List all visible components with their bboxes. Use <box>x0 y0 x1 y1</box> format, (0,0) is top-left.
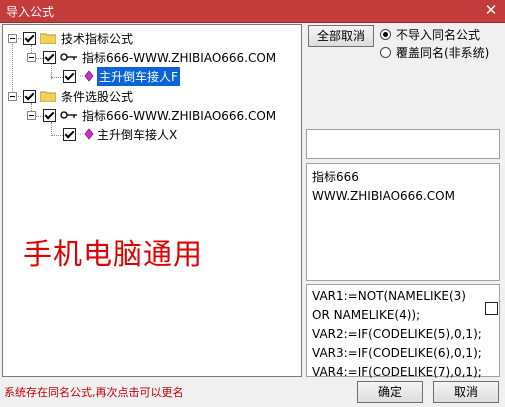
radio-indicator[interactable] <box>380 47 391 58</box>
tree-leaf-f[interactable]: 主升倒车接人F <box>63 66 180 86</box>
folder-icon <box>40 91 56 102</box>
cancel-button[interactable]: 取消 <box>433 381 499 403</box>
collapse-toggle[interactable] <box>8 34 17 43</box>
radio-indicator[interactable] <box>380 29 391 40</box>
group-checkbox[interactable] <box>23 89 36 103</box>
tree-connector <box>51 135 63 136</box>
title-bar: 导入公式 ✕ <box>0 0 505 23</box>
tree-group-indicator[interactable]: 技术指标公式 <box>23 29 133 47</box>
leaf-checkbox[interactable] <box>63 127 76 141</box>
collapse-toggle[interactable] <box>27 53 36 62</box>
code-preview[interactable]: VAR1:=NOT(NAMELIKE(3) OR NAMELIKE(4)); V… <box>306 284 500 379</box>
window-title: 导入公式 <box>6 5 55 19</box>
node-checkbox[interactable] <box>43 108 56 122</box>
formula-tree[interactable]: 技术指标公式 指标666-WWW.ZHIBIAO666.COM 主升倒车接人F … <box>2 24 302 377</box>
group-label: 条件选股公式 <box>61 89 134 104</box>
radio-no-import-same[interactable]: 不导入同名公式 <box>380 26 480 43</box>
node-checkbox[interactable] <box>43 50 56 64</box>
code-line: VAR4:=IF(CODELIKE(7),0,1); <box>312 365 482 379</box>
tree-group-selection[interactable]: 条件选股公式 <box>23 87 133 105</box>
group-label: 技术指标公式 <box>61 31 134 46</box>
description-box: 指标666 WWW.ZHIBIAO666.COM <box>306 163 500 281</box>
code-line: OR NAMELIKE(4)); <box>312 308 421 322</box>
collapse-toggle[interactable] <box>27 111 36 120</box>
collapse-toggle[interactable] <box>8 92 17 101</box>
name-field[interactable] <box>306 129 500 159</box>
formula-icon <box>80 128 94 140</box>
close-button[interactable]: ✕ <box>482 1 500 19</box>
code-line: VAR1:=NOT(NAMELIKE(3) <box>312 289 466 303</box>
status-message: 系统存在同名公式,再次点击可以更名 <box>4 386 184 399</box>
key-icon <box>60 111 77 119</box>
code-line: VAR3:=IF(CODELIKE(6),0,1); <box>312 346 482 360</box>
tree-leaf-x[interactable]: 主升倒车接人X <box>63 125 177 143</box>
tree-node-indicator[interactable]: 指标666-WWW.ZHIBIAO666.COM <box>43 48 276 66</box>
code-checkbox[interactable] <box>485 302 498 315</box>
formula-icon <box>80 70 94 82</box>
node-label: 指标666-WWW.ZHIBIAO666.COM <box>82 50 277 65</box>
leaf-label: 主升倒车接人X <box>97 127 178 142</box>
ok-button[interactable]: 确定 <box>357 381 423 403</box>
description-line: 指标666 <box>312 170 359 184</box>
key-icon <box>60 53 77 61</box>
node-label: 指标666-WWW.ZHIBIAO666.COM <box>82 108 277 123</box>
code-line: VAR2:=IF(CODELIKE(5),0,1); <box>312 327 482 341</box>
group-checkbox[interactable] <box>23 31 36 45</box>
cancel-all-button[interactable]: 全部取消 <box>308 25 374 47</box>
tree-node-selection[interactable]: 指标666-WWW.ZHIBIAO666.COM <box>43 106 276 124</box>
radio-overwrite-same[interactable]: 覆盖同名(非系统) <box>380 44 489 61</box>
watermark-text: 手机电脑通用 <box>23 237 204 271</box>
description-line: WWW.ZHIBIAO666.COM <box>312 189 455 203</box>
radio-label: 覆盖同名(非系统) <box>396 46 490 60</box>
tree-connector <box>51 77 63 78</box>
radio-label: 不导入同名公式 <box>396 28 481 42</box>
leaf-label-selected[interactable]: 主升倒车接人F <box>97 66 180 86</box>
leaf-checkbox[interactable] <box>63 69 76 83</box>
tree-connector <box>12 39 13 97</box>
folder-icon <box>40 33 56 44</box>
tree-connector <box>51 122 52 136</box>
